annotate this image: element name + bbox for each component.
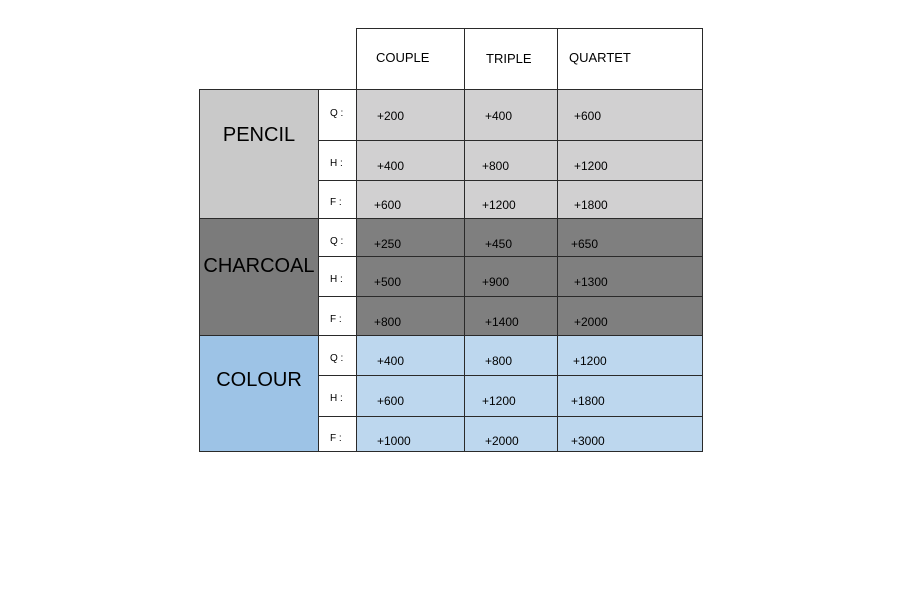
price-value: +800 [485,354,513,368]
size-label: F : [330,197,342,208]
column-header-quartet: QUARTET [557,28,703,90]
column-header-triple: TRIPLE [464,28,558,90]
price-cell: +1300 [557,256,703,297]
price-value: +1800 [571,394,605,408]
size-label-cell: H : [318,256,357,297]
column-header-couple: COUPLE [356,28,465,90]
size-label-cell: Q : [318,89,357,141]
price-cell: +600 [356,180,465,219]
size-label: H : [330,274,343,285]
price-value: +200 [377,109,405,123]
price-cell: +2000 [557,296,703,336]
price-value: +1200 [482,394,516,408]
price-value: +600 [377,394,405,408]
price-cell: +400 [356,335,465,376]
price-cell: +1800 [557,180,703,219]
category-colour: COLOUR [199,335,319,452]
price-cell: +1000 [356,416,465,452]
price-value: +2000 [574,315,608,329]
price-value: +2000 [485,434,519,448]
price-cell: +3000 [557,416,703,452]
price-cell: +1200 [557,335,703,376]
price-cell: +800 [464,335,558,376]
price-value: +250 [374,237,402,251]
size-label-cell: F : [318,416,357,452]
price-value: +800 [482,159,510,173]
column-header-label: TRIPLE [486,51,532,66]
price-value: +400 [377,354,405,368]
price-value: +1400 [485,315,519,329]
price-cell: +500 [356,256,465,297]
price-value: +900 [482,275,510,289]
price-cell: +400 [356,140,465,181]
price-cell: +200 [356,89,465,141]
price-cell: +900 [464,256,558,297]
price-cell: +1200 [464,375,558,417]
price-cell: +1400 [464,296,558,336]
size-label: F : [330,314,342,325]
price-value: +400 [485,109,513,123]
price-cell: +650 [557,218,703,257]
price-value: +650 [571,237,599,251]
size-label-cell: F : [318,296,357,336]
column-header-label: QUARTET [569,50,631,65]
size-label: H : [330,393,343,404]
category-label: CHARCOAL [203,255,315,277]
category-charcoal: CHARCOAL [199,218,319,336]
price-value: +1800 [574,198,608,212]
price-value: +800 [374,315,402,329]
price-cell: +800 [464,140,558,181]
size-label-cell: H : [318,140,357,181]
price-value: +1200 [482,198,516,212]
price-cell: +1200 [557,140,703,181]
price-cell: +600 [356,375,465,417]
price-cell: +1200 [464,180,558,219]
price-value: +600 [574,109,602,123]
size-label-cell: Q : [318,218,357,257]
price-value: +1200 [573,354,607,368]
price-value: +1300 [574,275,608,289]
size-label: Q : [330,236,344,247]
category-pencil: PENCIL [199,89,319,219]
price-cell: +250 [356,218,465,257]
price-value: +600 [374,198,402,212]
price-value: +450 [485,237,513,251]
size-label: Q : [330,108,344,119]
size-label-cell: H : [318,375,357,417]
size-label: H : [330,158,343,169]
category-label: COLOUR [216,369,302,391]
price-cell: +1800 [557,375,703,417]
price-cell: +600 [557,89,703,141]
size-label: Q : [330,353,344,364]
price-value: +1000 [377,434,411,448]
price-value: +400 [377,159,405,173]
price-value: +500 [374,275,402,289]
price-value: +3000 [571,434,605,448]
column-header-label: COUPLE [376,50,430,65]
price-cell: +450 [464,218,558,257]
price-cell: +800 [356,296,465,336]
price-cell: +2000 [464,416,558,452]
size-label-cell: F : [318,180,357,219]
category-label: PENCIL [222,124,296,146]
size-label: F : [330,433,342,444]
price-cell: +400 [464,89,558,141]
price-value: +1200 [574,159,608,173]
size-label-cell: Q : [318,335,357,376]
